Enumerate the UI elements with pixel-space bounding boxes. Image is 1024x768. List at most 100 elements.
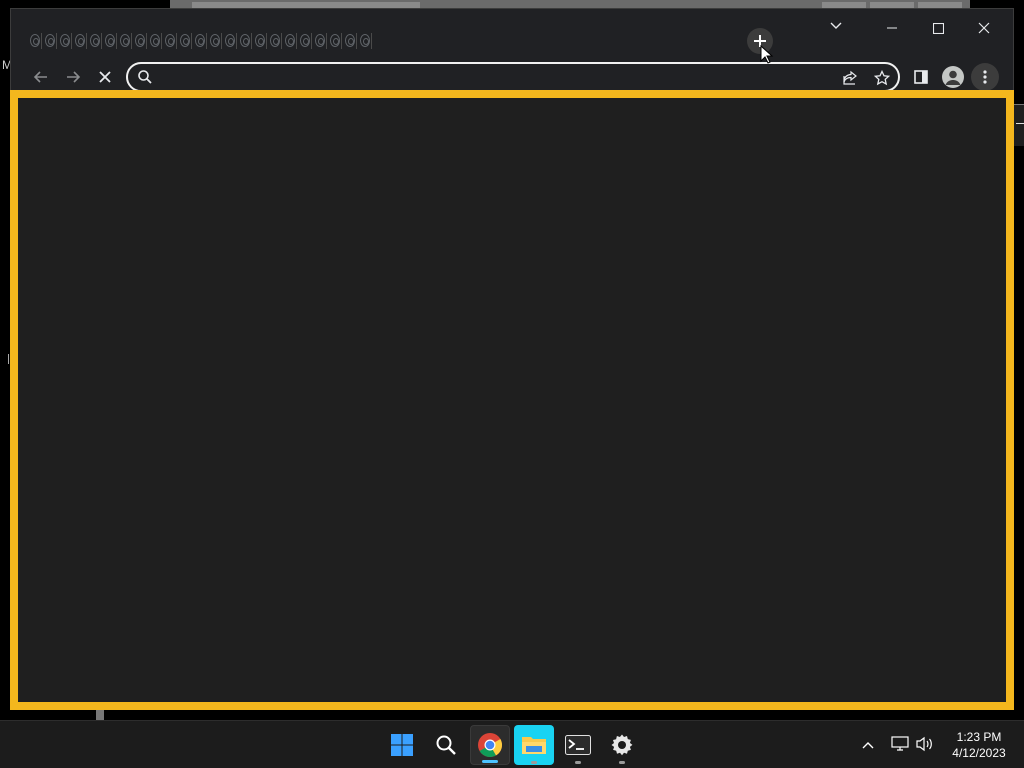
star-icon: [874, 70, 890, 86]
browser-tab[interactable]: [222, 30, 237, 52]
browser-tab[interactable]: [207, 30, 222, 52]
volume-button[interactable]: [914, 733, 936, 755]
browser-tab[interactable]: [297, 30, 312, 52]
tab-favicon-icon: [90, 34, 100, 47]
arrow-left-icon: [33, 71, 47, 83]
tab-favicon-icon: [225, 34, 235, 47]
terminal-icon: [565, 735, 591, 755]
search-icon: [436, 735, 456, 755]
maximize-icon: [932, 22, 944, 34]
browser-tab[interactable]: [192, 30, 207, 52]
tab-list: [27, 30, 372, 52]
network-status-button[interactable]: [889, 733, 911, 755]
browser-tab[interactable]: [162, 30, 177, 52]
taskbar-terminal-button[interactable]: [558, 725, 598, 765]
tab-favicon-icon: [30, 34, 40, 47]
tab-search-button[interactable]: [823, 13, 849, 39]
tab-favicon-icon: [255, 34, 265, 47]
gear-icon: [611, 734, 633, 756]
bookmark-star-button[interactable]: [870, 66, 894, 90]
background-window-fragment: [8, 354, 9, 364]
show-hidden-icons-button[interactable]: [858, 735, 878, 755]
forward-button[interactable]: [59, 63, 87, 91]
address-bar[interactable]: [126, 62, 900, 92]
avatar: [942, 66, 964, 88]
browser-tab[interactable]: [267, 30, 282, 52]
browser-toolbar: [11, 59, 1013, 95]
browser-tab[interactable]: [117, 30, 132, 52]
tab-favicon-icon: [165, 34, 175, 47]
tab-favicon-icon: [150, 34, 160, 47]
stop-loading-button[interactable]: [91, 63, 119, 91]
share-icon: [843, 70, 857, 85]
browser-tab[interactable]: [312, 30, 327, 52]
clock-date: 4/12/2023: [952, 746, 1006, 760]
close-window-button[interactable]: [961, 13, 1007, 43]
side-panel-button[interactable]: [907, 63, 935, 91]
tab-favicon-icon: [345, 34, 355, 47]
tab-separator: [371, 33, 372, 49]
side-panel-icon: [914, 70, 928, 84]
browser-tab[interactable]: [72, 30, 87, 52]
browser-tab[interactable]: [57, 30, 72, 52]
tab-strip: [11, 9, 1013, 59]
minimize-button[interactable]: [869, 13, 915, 43]
taskbar-clock[interactable]: 1:23 PM 4/12/2023: [944, 729, 1014, 761]
tab-favicon-icon: [285, 34, 295, 47]
taskbar: 1:23 PM 4/12/2023: [0, 720, 1024, 768]
tab-favicon-icon: [210, 34, 220, 47]
taskbar-search-button[interactable]: [426, 725, 466, 765]
network-icon: [891, 736, 909, 751]
tab-favicon-icon: [45, 34, 55, 47]
tab-favicon-icon: [120, 34, 130, 47]
browser-tab[interactable]: [237, 30, 252, 52]
tab-favicon-icon: [135, 34, 145, 47]
search-icon: [138, 70, 152, 84]
share-button[interactable]: [838, 66, 862, 90]
chrome-window: [10, 8, 1014, 710]
browser-tab[interactable]: [327, 30, 342, 52]
browser-tab[interactable]: [357, 30, 372, 52]
browser-tab[interactable]: [27, 30, 42, 52]
browser-tab[interactable]: [282, 30, 297, 52]
folder-icon: [522, 737, 546, 754]
taskbar-chrome-button[interactable]: [470, 725, 510, 765]
profile-button[interactable]: [939, 63, 967, 91]
page-content[interactable]: [19, 95, 1007, 703]
tab-favicon-icon: [300, 34, 310, 47]
browser-tab[interactable]: [87, 30, 102, 52]
taskbar-settings-button[interactable]: [602, 725, 642, 765]
running-indicator: [619, 761, 625, 764]
maximize-button[interactable]: [915, 13, 961, 43]
more-vertical-icon: [983, 70, 987, 84]
browser-tab[interactable]: [252, 30, 267, 52]
menu-button-background: [971, 63, 999, 91]
tab-favicon-icon: [105, 34, 115, 47]
background-window-fragment: [96, 709, 104, 720]
close-icon: [99, 71, 111, 83]
start-button[interactable]: [382, 725, 422, 765]
taskbar-file-explorer-button[interactable]: [514, 725, 554, 765]
browser-tab[interactable]: [177, 30, 192, 52]
tab-favicon-icon: [75, 34, 85, 47]
clock-time: 1:23 PM: [956, 730, 1002, 744]
browser-tab[interactable]: [147, 30, 162, 52]
tab-favicon-icon: [360, 34, 370, 47]
chrome-menu-button[interactable]: [971, 63, 999, 91]
chevron-down-icon: [830, 22, 842, 29]
chrome-icon: [478, 733, 503, 758]
windows-logo-icon: [391, 734, 413, 756]
address-input[interactable]: [162, 67, 822, 87]
chevron-up-icon: [862, 742, 874, 749]
browser-tab[interactable]: [132, 30, 147, 52]
browser-tab[interactable]: [102, 30, 117, 52]
arrow-right-icon: [67, 71, 81, 83]
tab-favicon-icon: [330, 34, 340, 47]
browser-tab[interactable]: [342, 30, 357, 52]
tab-favicon-icon: [315, 34, 325, 47]
browser-tab[interactable]: [42, 30, 57, 52]
back-button[interactable]: [27, 63, 55, 91]
close-icon: [978, 22, 990, 34]
running-indicator: [482, 760, 498, 763]
minimize-icon: [887, 27, 897, 29]
